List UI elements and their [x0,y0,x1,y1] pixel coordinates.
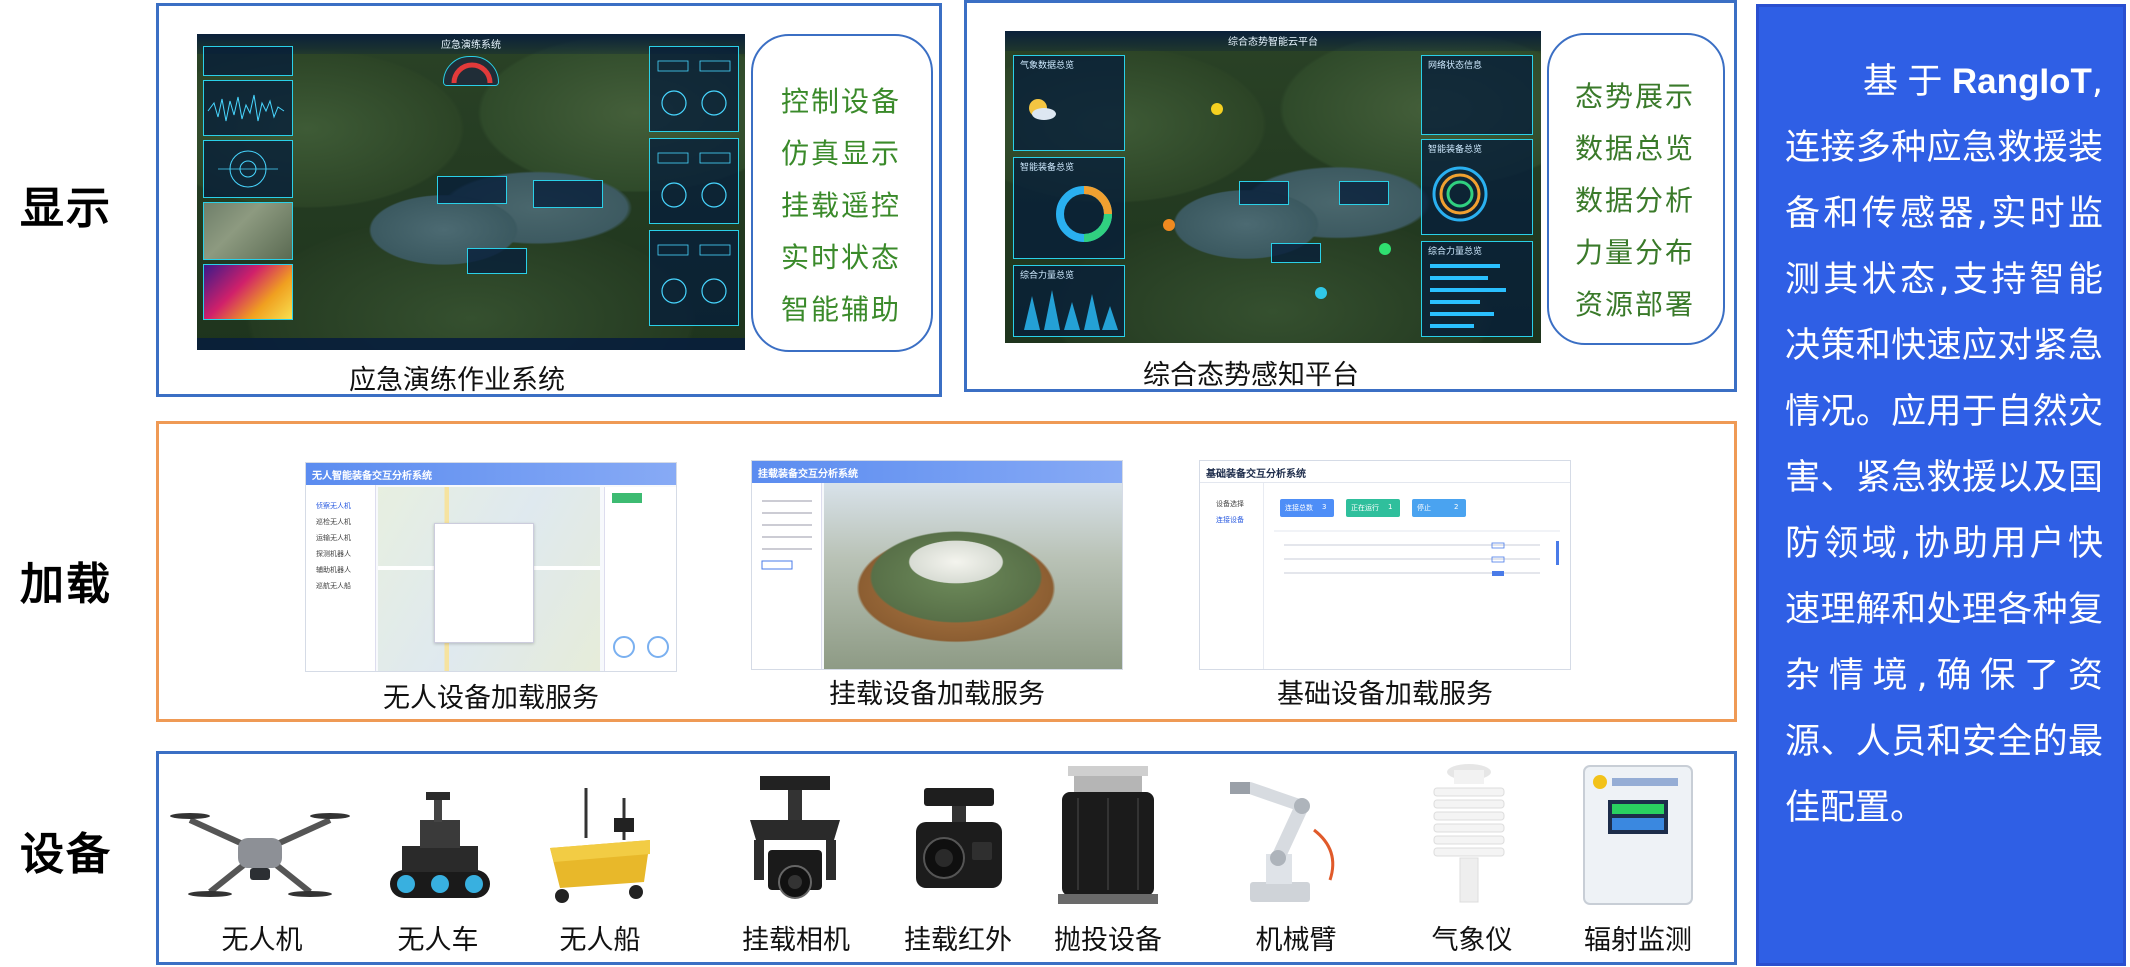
situation-feature-force-distribution: 力量分布 [1575,236,1696,269]
robot-car-icon [390,792,490,898]
drill-system-screen-title: 应急演练系统 [441,40,501,51]
mount-device-caption: 挂载设备加载服务 [829,679,1045,710]
unmanned-device-app-screenshot[interactable]: 无人智能装备交互分析系统 侦察无人机 巡检无人机 运输无人机 探测机器人 辅助机… [305,462,677,672]
drill-feature-smart-assist: 智能辅助 [781,293,902,326]
equipment-label-drone: 无人机 [221,925,303,956]
equipment-label-infrared-pod: 挂载红外 [904,925,1012,956]
description-brand: RangIoT [1951,62,2092,101]
situation-platform-feature-bubble: 态势展示 数据总览 数据分析 力量分布 资源部署 [1547,33,1725,345]
row-label-equipment: 设备 [20,829,112,880]
unmanned-boat-icon [550,788,650,903]
drill-system-feature-bubble: 控制设备 仿真显示 挂载遥控 实时状态 智能辅助 [751,34,933,352]
row-label-load: 加载 [20,559,112,610]
weather-station-icon [1433,764,1505,903]
basic-device-app-screenshot[interactable]: 基础装备交互分析系统 设备选择 连接设备 连接总数 3 正在运行 1 停止 2 [1199,460,1571,670]
drone-icon [170,813,350,897]
description-body: ,连接多种应急救援装备和传感器,实时监测其状态,支持智能决策和快速应对紧急情况。… [1785,62,2103,828]
load-panel: 无人智能装备交互分析系统 侦察无人机 巡检无人机 运输无人机 探测机器人 辅助机… [156,421,1737,722]
equipment-label-gimbal-camera: 挂载相机 [742,925,850,956]
description-panel: 基于RangIoT,连接多种应急救援装备和传感器,实时监测其状态,支持智能决策和… [1756,4,2126,966]
situation-feature-data-analysis: 数据分析 [1575,184,1696,217]
equipment-label-robot-car: 无人车 [397,925,479,956]
drill-system-caption: 应急演练作业系统 [349,365,565,396]
situation-feature-resource-deploy: 资源部署 [1575,288,1696,321]
basic-device-caption: 基础设备加载服务 [1277,679,1493,710]
equipment-label-robotic-arm: 机械臂 [1255,925,1337,956]
unmanned-device-caption: 无人设备加载服务 [383,683,599,714]
display-panel-drill-system: 应急演练系统 控制设备 仿真显示 挂载遥控 实时状态 智能辅助 应急演练作业系统 [156,3,942,397]
infrared-pod-icon [916,788,1002,888]
mount-device-app-screenshot[interactable]: 挂载装备交互分析系统 [751,460,1123,670]
display-panel-situation-platform: 综合态势智能云平台 气象数据总览 智能装备总览 综合力量总览 网络状态信息 智能… [964,0,1737,392]
drill-feature-realtime-status: 实时状态 [781,241,902,274]
drill-feature-simulation: 仿真显示 [781,137,902,170]
drill-system-screenshot[interactable]: 应急演练系统 [197,34,745,350]
equipment-label-unmanned-boat: 无人船 [559,925,641,956]
drill-feature-control-device: 控制设备 [781,85,902,118]
dropping-device-icon [1058,766,1158,904]
description-prefix: 基于 [1863,62,1952,102]
row-label-display: 显示 [20,183,112,234]
radiation-monitor-icon [1583,765,1693,905]
equipment-label-dropping-device: 抛投设备 [1054,925,1162,956]
situation-feature-display: 态势展示 [1575,80,1696,113]
situation-platform-screenshot[interactable]: 综合态势智能云平台 气象数据总览 智能装备总览 综合力量总览 网络状态信息 智能… [1005,31,1541,343]
equipment-label-weather-station: 气象仪 [1431,925,1513,956]
equipment-label-radiation-monitor: 辐射监测 [1584,925,1692,956]
description-text: 基于RangIoT,连接多种应急救援装备和传感器,实时监测其状态,支持智能决策和… [1785,49,2103,841]
situation-feature-data-overview: 数据总览 [1575,132,1696,165]
gimbal-camera-icon [750,776,840,899]
robotic-arm-icon [1230,782,1335,902]
drill-feature-mount-remote: 挂载遥控 [781,189,902,222]
situation-platform-caption: 综合态势感知平台 [1143,360,1359,391]
